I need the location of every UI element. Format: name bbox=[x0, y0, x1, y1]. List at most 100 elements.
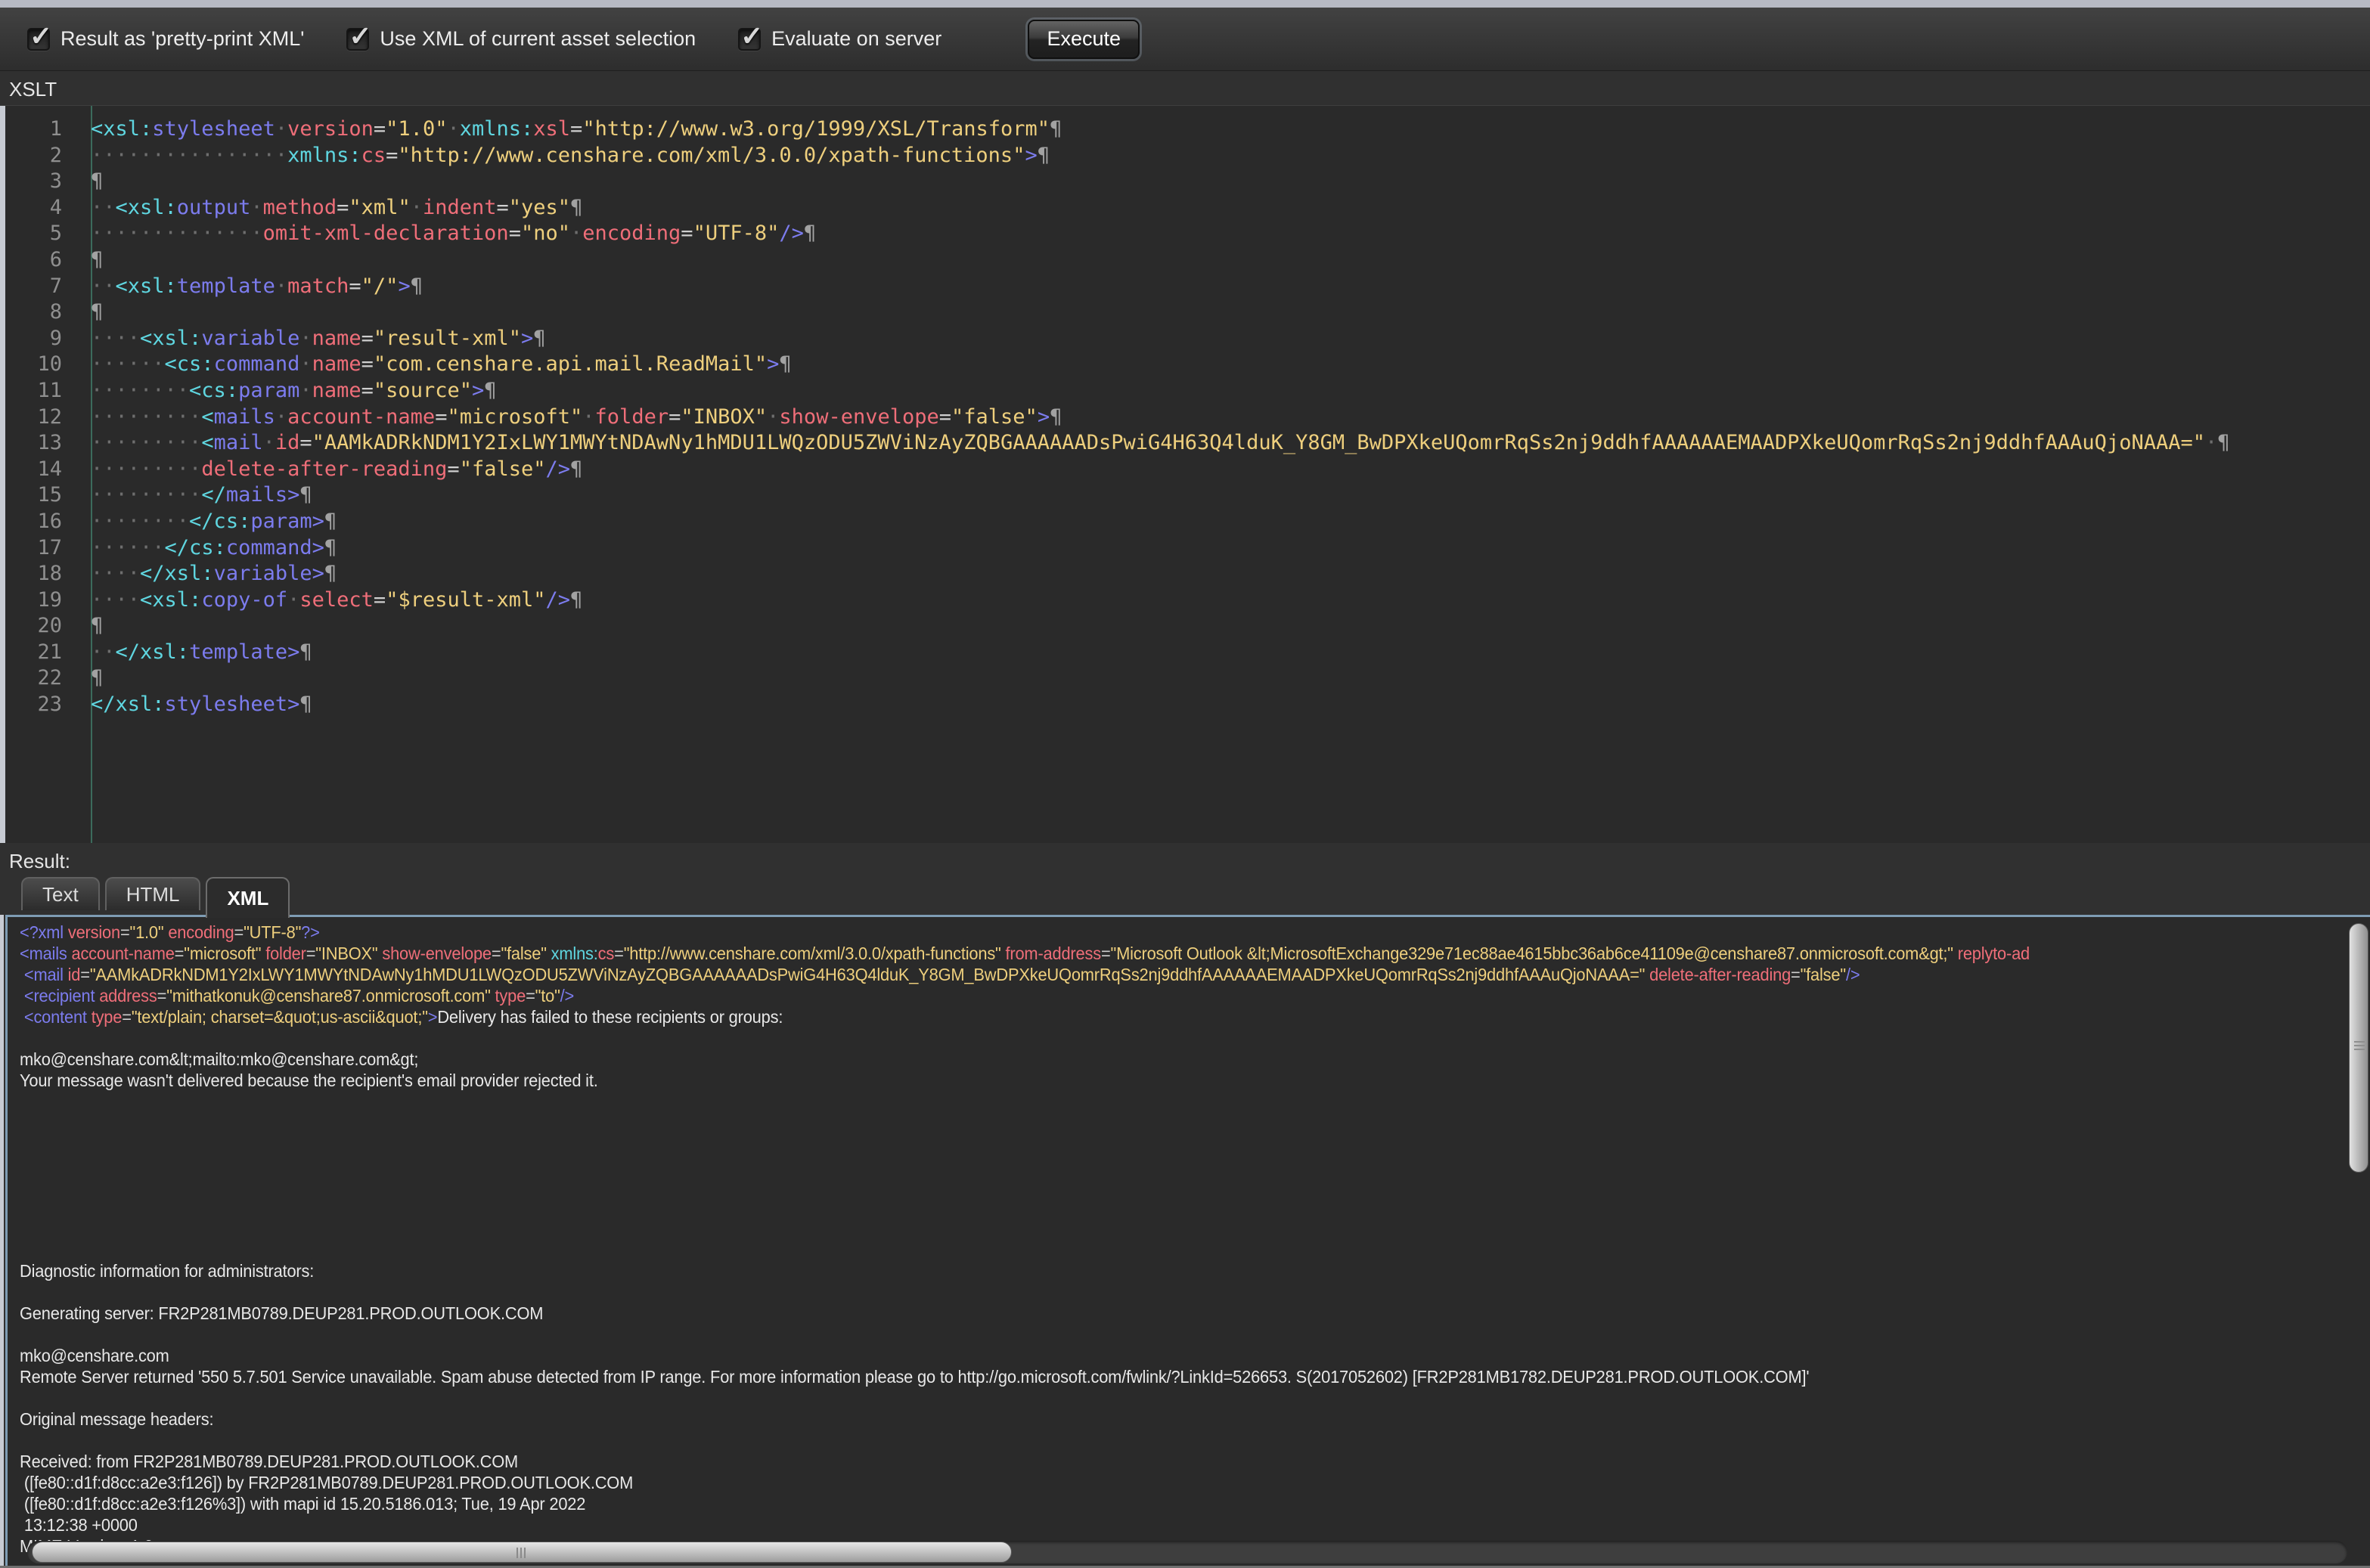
token-eq: = bbox=[80, 965, 90, 984]
token-el: /> bbox=[546, 588, 571, 612]
result-line bbox=[20, 1112, 2253, 1133]
checkbox-use-xml-of-current-asset-selection[interactable]: ✓Use XML of current asset selection bbox=[346, 27, 696, 51]
checkbox-evaluate-on-server[interactable]: ✓Evaluate on server bbox=[738, 27, 941, 51]
token-el: > bbox=[521, 327, 533, 350]
token-av: "to" bbox=[535, 986, 560, 1006]
token-pn: < bbox=[201, 405, 213, 429]
token-at: version bbox=[68, 922, 120, 942]
token-pn: </ bbox=[201, 483, 226, 507]
code-line-text: ······<cs:command·name="com.censhare.api… bbox=[80, 352, 792, 378]
token-pn: < bbox=[201, 431, 213, 454]
token-eq: = bbox=[234, 922, 244, 942]
token-at: delete-after-reading bbox=[1649, 965, 1791, 984]
line-number: 2 bbox=[0, 143, 80, 169]
code-line: 21··</xsl:template>¶ bbox=[0, 640, 2370, 666]
token-el: variable> bbox=[214, 562, 324, 585]
token-at: folder bbox=[265, 944, 306, 963]
horizontal-scrollbar[interactable] bbox=[27, 1541, 2347, 1563]
code-line: 1<xsl:stylesheet·version="1.0"·xmlns:xsl… bbox=[0, 116, 2370, 143]
token-tx: mko@censhare.com&lt;mailto:mko@censhare.… bbox=[20, 1049, 418, 1069]
code-line: 10······<cs:command·name="com.censhare.a… bbox=[0, 352, 2370, 378]
result-line bbox=[20, 1176, 2253, 1197]
code-line-text: ····<xsl:variable·name="result-xml">¶ bbox=[80, 326, 546, 352]
code-line: 18····</xsl:variable>¶ bbox=[0, 561, 2370, 587]
token-pn: <xsl: bbox=[116, 196, 177, 219]
checkbox-evaluate-on-server-box[interactable]: ✓ bbox=[738, 28, 761, 51]
result-line: Remote Server returned '550 5.7.501 Serv… bbox=[20, 1366, 2253, 1387]
code-line: 3¶ bbox=[0, 169, 2370, 195]
token-ws: · bbox=[447, 117, 459, 141]
token-pn: </xsl: bbox=[91, 693, 165, 716]
code-line: 7··<xsl:template·match="/">¶ bbox=[0, 274, 2370, 300]
xslt-code-editor[interactable]: 1<xsl:stylesheet·version="1.0"·xmlns:xsl… bbox=[0, 105, 2370, 843]
token-pi: ¶ bbox=[91, 248, 103, 271]
token-pi: ¶ bbox=[1050, 117, 1062, 141]
token-av: "mithatkonuk@censhare87.onmicrosoft.com" bbox=[166, 986, 495, 1006]
code-line-text: ········</cs:param>¶ bbox=[80, 509, 337, 535]
line-number: 3 bbox=[0, 169, 80, 195]
result-output-panel[interactable]: <?xml version="1.0" encoding="UTF-8"?><m… bbox=[5, 915, 2370, 1568]
tab-xml[interactable]: XML bbox=[206, 877, 290, 918]
execute-button[interactable]: Execute bbox=[1028, 20, 1140, 59]
result-line: <?xml version="1.0" encoding="UTF-8"?> bbox=[20, 922, 2253, 943]
token-pi: ¶ bbox=[324, 536, 337, 559]
token-at: match bbox=[287, 274, 349, 298]
token-pi: ¶ bbox=[779, 352, 791, 376]
token-pi: ¶ bbox=[299, 640, 312, 664]
code-line-text: ·········</mails>¶ bbox=[80, 482, 312, 509]
token-at: encoding bbox=[168, 922, 234, 942]
vertical-scrollbar-thumb[interactable] bbox=[2349, 923, 2368, 1173]
token-ws: ·· bbox=[91, 196, 116, 219]
token-pi: ¶ bbox=[570, 196, 582, 219]
token-at: show-envelope bbox=[779, 405, 938, 429]
result-line: ([fe80::d1f:d8cc:a2e3:f126%3]) with mapi… bbox=[20, 1493, 2253, 1514]
tab-text[interactable]: Text bbox=[21, 877, 100, 910]
token-at: cs bbox=[598, 944, 614, 963]
token-el: <mail bbox=[20, 965, 68, 984]
token-eq: = bbox=[374, 117, 386, 141]
token-eq: = bbox=[349, 274, 361, 298]
code-line-text: ················xmlns:cs="http://www.cen… bbox=[80, 143, 1050, 169]
checkbox-use-xml-of-current-asset-selection-box[interactable]: ✓ bbox=[346, 28, 369, 51]
token-eq: = bbox=[526, 986, 535, 1006]
token-eq: = bbox=[939, 405, 951, 429]
code-line-text: ¶ bbox=[80, 613, 103, 640]
vertical-scrollbar[interactable] bbox=[2349, 923, 2368, 1533]
token-el: > bbox=[428, 1007, 438, 1027]
line-number: 17 bbox=[0, 535, 80, 562]
result-line bbox=[20, 1239, 2253, 1260]
code-line-text: ·········<mail·id="AAMkADRkNDM1Y2IxLWY1M… bbox=[80, 430, 2230, 457]
tab-html[interactable]: HTML bbox=[105, 877, 201, 910]
checkbox-pretty-print-xml-box[interactable]: ✓ bbox=[27, 28, 50, 51]
token-av: "text/plain; charset=&quot;us-ascii&quot… bbox=[132, 1007, 428, 1027]
horizontal-scrollbar-thumb[interactable] bbox=[32, 1542, 1012, 1563]
token-el: <content bbox=[20, 1007, 92, 1027]
token-ws: ········· bbox=[91, 483, 201, 507]
token-el: param> bbox=[250, 510, 324, 533]
token-ws: · bbox=[582, 405, 594, 429]
result-line: <mails account-name="microsoft" folder="… bbox=[20, 943, 2253, 964]
token-ws: · bbox=[275, 405, 287, 429]
line-number: 13 bbox=[0, 430, 80, 457]
token-el: ?> bbox=[301, 922, 320, 942]
code-line-text: </xsl:stylesheet>¶ bbox=[80, 692, 312, 718]
token-tx: ([fe80::d1f:d8cc:a2e3:f126]) by FR2P281M… bbox=[20, 1473, 633, 1492]
token-ws: · bbox=[287, 588, 299, 612]
line-number: 19 bbox=[0, 587, 80, 614]
token-el: command bbox=[214, 352, 300, 376]
checkbox-pretty-print-xml[interactable]: ✓Result as 'pretty-print XML' bbox=[27, 27, 304, 51]
token-at: method bbox=[263, 196, 337, 219]
window-top-edge bbox=[0, 0, 2370, 8]
line-number: 14 bbox=[0, 457, 80, 483]
token-ws: · bbox=[299, 379, 312, 402]
token-pi: ¶ bbox=[91, 666, 103, 689]
code-line-text: ··<xsl:output·method="xml"·indent="yes"¶ bbox=[80, 195, 582, 222]
token-eq: = bbox=[570, 117, 582, 141]
token-at: select bbox=[299, 588, 374, 612]
token-ws: · bbox=[275, 117, 287, 141]
token-pi: ¶ bbox=[570, 457, 582, 481]
token-av: "result-xml" bbox=[374, 327, 521, 350]
token-at: indent bbox=[423, 196, 497, 219]
line-number: 20 bbox=[0, 613, 80, 640]
token-el: command> bbox=[226, 536, 324, 559]
